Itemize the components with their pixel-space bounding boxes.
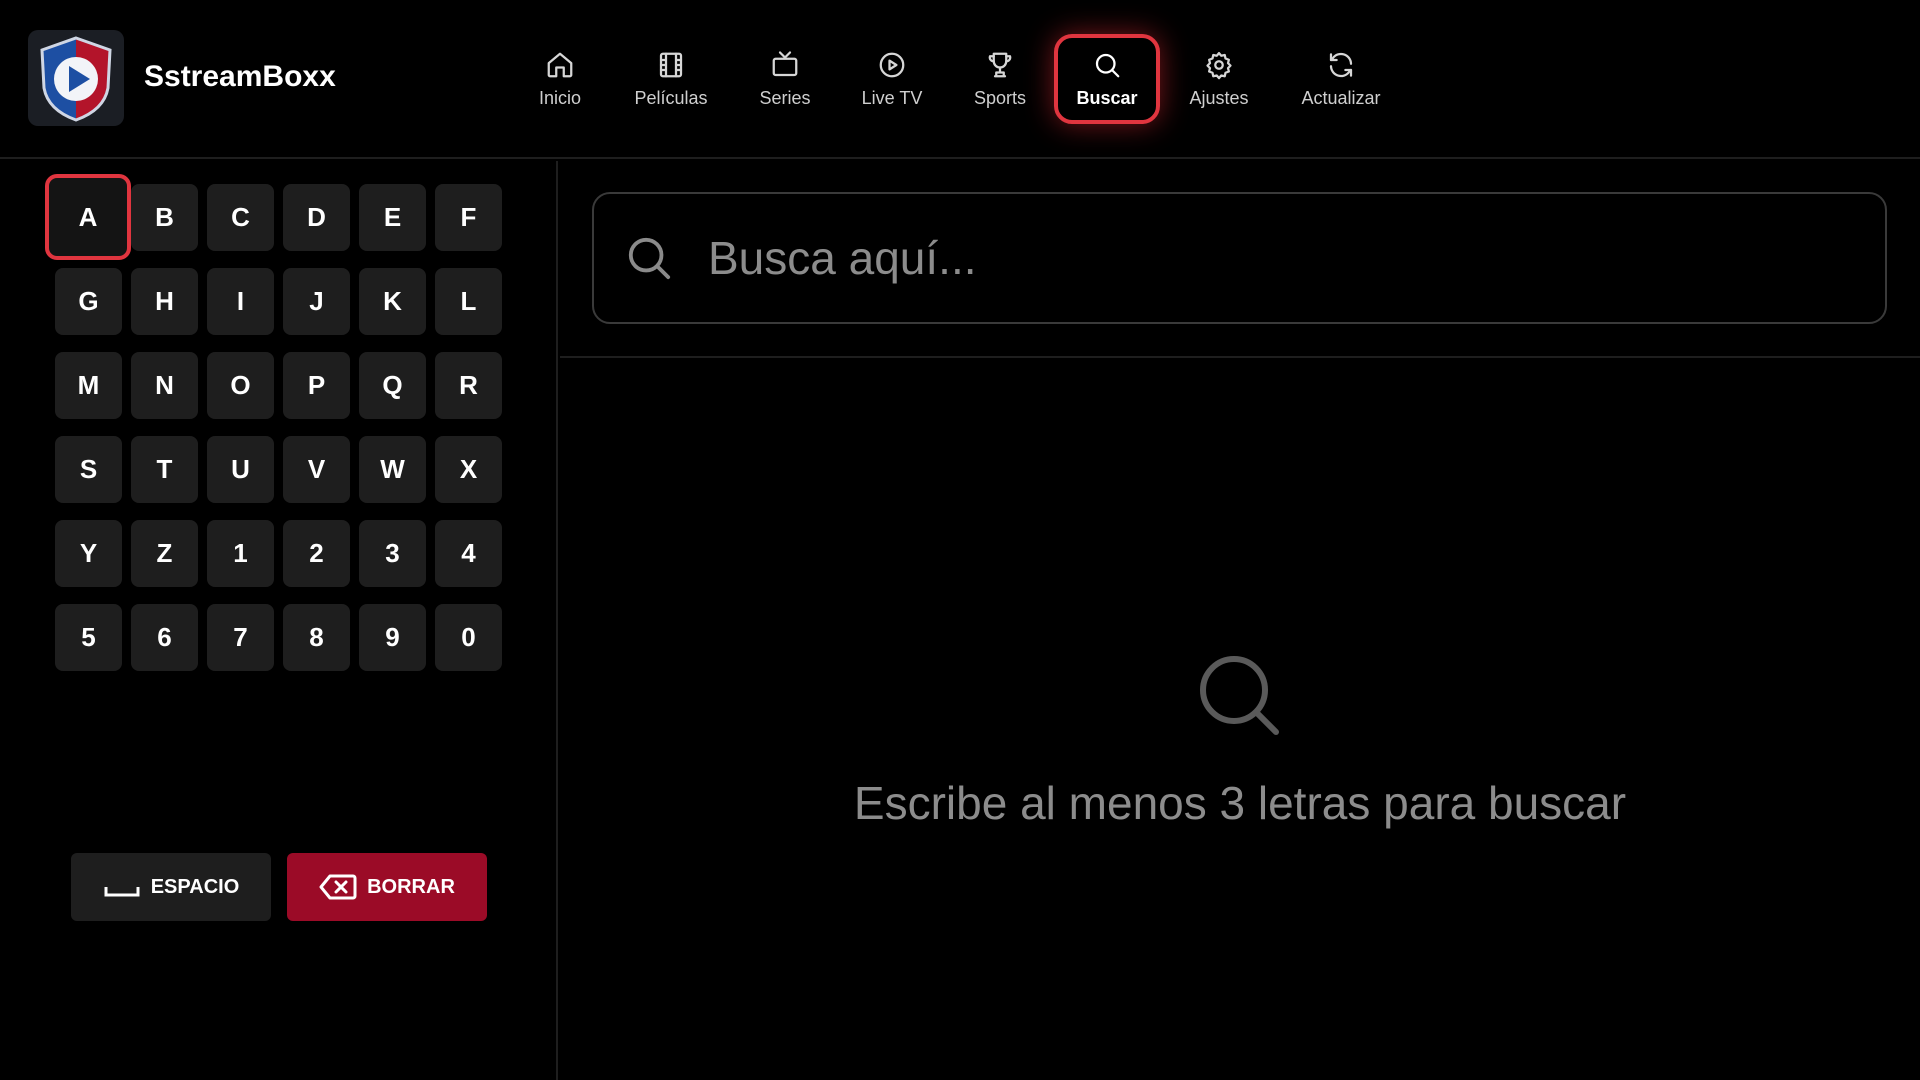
key-u[interactable]: U (207, 436, 274, 503)
nav-label: Ajustes (1189, 87, 1249, 108)
key-6[interactable]: 6 (131, 604, 198, 671)
key-s[interactable]: S (55, 436, 122, 503)
nav-label: Inicio (538, 87, 582, 108)
key-3[interactable]: 3 (359, 520, 426, 587)
key-r[interactable]: R (435, 352, 502, 419)
search-icon (1095, 53, 1120, 77)
key-p[interactable]: P (283, 352, 350, 419)
refresh-icon (1329, 52, 1353, 77)
nav-actualizar[interactable]: Actualizar (1294, 34, 1388, 124)
key-z[interactable]: Z (131, 520, 198, 587)
play-circle-icon (879, 52, 905, 77)
nav-live-tv[interactable]: Live TV (856, 34, 928, 124)
key-y[interactable]: Y (55, 520, 122, 587)
key-2[interactable]: 2 (283, 520, 350, 587)
key-c[interactable]: C (207, 184, 274, 251)
key-n[interactable]: N (131, 352, 198, 419)
key-5[interactable]: 5 (55, 604, 122, 671)
nav-peliculas[interactable]: Películas (628, 34, 714, 124)
space-button[interactable]: ESPACIO (71, 853, 271, 921)
key-o[interactable]: O (207, 352, 274, 419)
key-q[interactable]: Q (359, 352, 426, 419)
nav-inicio[interactable]: Inicio (530, 34, 590, 124)
search-input[interactable] (708, 218, 1885, 298)
key-0[interactable]: 0 (435, 604, 502, 671)
top-bar: SstreamBoxx Inicio Películas Series Live… (0, 0, 1920, 159)
nav-buscar[interactable]: Buscar (1054, 34, 1160, 124)
home-icon (547, 52, 573, 77)
search-icon (628, 237, 671, 280)
key-l[interactable]: L (435, 268, 502, 335)
app-name: SstreamBoxx (144, 60, 336, 93)
key-a[interactable]: A (45, 174, 131, 260)
nav-sports[interactable]: Sports (970, 34, 1030, 124)
key-b[interactable]: B (131, 184, 198, 251)
empty-state-message: Escribe al menos 3 letras para buscar (853, 777, 1627, 829)
tv-icon (772, 50, 798, 76)
nav-series[interactable]: Series (754, 34, 816, 124)
key-t[interactable]: T (131, 436, 198, 503)
nav-label: Actualizar (1301, 87, 1381, 108)
key-8[interactable]: 8 (283, 604, 350, 671)
key-v[interactable]: V (283, 436, 350, 503)
key-f[interactable]: F (435, 184, 502, 251)
key-g[interactable]: G (55, 268, 122, 335)
key-k[interactable]: K (359, 268, 426, 335)
nav-label: Buscar (1076, 87, 1138, 108)
key-m[interactable]: M (55, 352, 122, 419)
delete-button[interactable]: BORRAR (287, 853, 487, 921)
key-e[interactable]: E (359, 184, 426, 251)
space-bar-icon (104, 887, 140, 897)
shield-play-icon (40, 36, 112, 122)
key-7[interactable]: 7 (207, 604, 274, 671)
trophy-icon (988, 52, 1012, 77)
key-4[interactable]: 4 (435, 520, 502, 587)
nav-ajustes[interactable]: Ajustes (1184, 34, 1254, 124)
space-button-label: ESPACIO (150, 875, 240, 898)
backspace-icon (319, 874, 357, 900)
divider (560, 356, 1920, 358)
key-w[interactable]: W (359, 436, 426, 503)
delete-button-label: BORRAR (367, 875, 455, 898)
empty-state-search-icon (1196, 652, 1284, 740)
key-h[interactable]: H (131, 268, 198, 335)
nav-label: Películas (634, 87, 708, 108)
gear-icon (1206, 51, 1232, 79)
key-d[interactable]: D (283, 184, 350, 251)
key-j[interactable]: J (283, 268, 350, 335)
search-bar[interactable] (592, 192, 1887, 324)
nav-label: Series (759, 87, 811, 108)
nav-label: Sports (973, 87, 1027, 108)
nav-label: Live TV (861, 87, 923, 108)
key-9[interactable]: 9 (359, 604, 426, 671)
app-logo (28, 30, 124, 126)
on-screen-keyboard: ABCDEF GHIJKL MNOPQR STUVWX YZ1234 567890 ESP… (0, 161, 558, 1080)
key-1[interactable]: 1 (207, 520, 274, 587)
film-icon (659, 52, 683, 77)
key-x[interactable]: X (435, 436, 502, 503)
key-i[interactable]: I (207, 268, 274, 335)
